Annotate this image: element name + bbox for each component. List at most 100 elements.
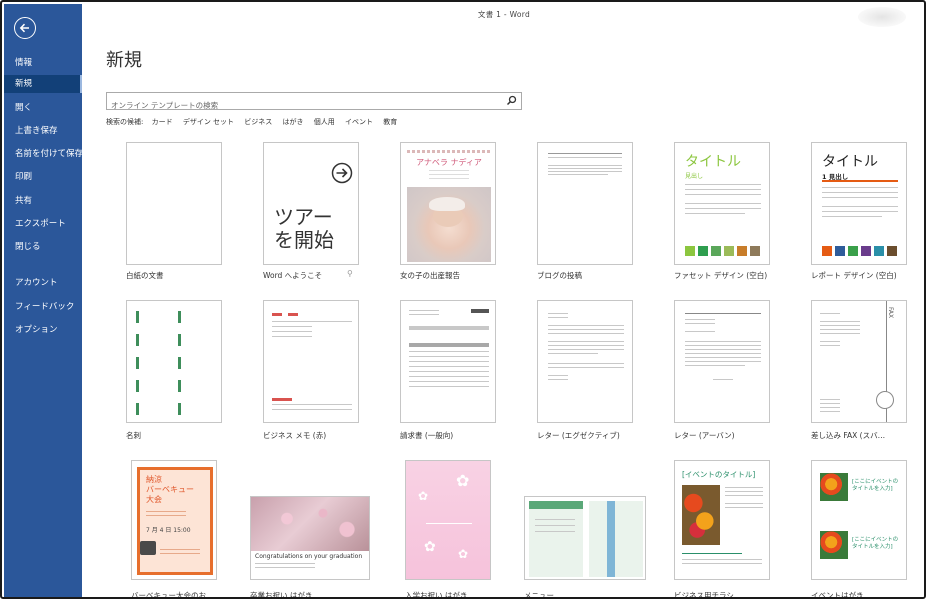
text-line <box>426 523 472 524</box>
text-line <box>548 379 568 380</box>
card-item <box>178 334 212 346</box>
nav-open[interactable]: 開く <box>4 99 82 117</box>
nav-close[interactable]: 閉じる <box>4 238 82 256</box>
text-line <box>548 367 624 368</box>
text-line <box>822 211 898 212</box>
template-label: 請求書 (一般向) <box>400 431 454 440</box>
text-line <box>820 321 860 322</box>
text-line <box>160 553 200 554</box>
suggestion-card[interactable]: カード <box>152 118 173 126</box>
text-line <box>685 353 761 354</box>
flower-photo <box>682 485 720 545</box>
template-letter-urban-thumb[interactable] <box>674 300 770 423</box>
template-business-memo-thumb[interactable] <box>263 300 359 423</box>
nav-new[interactable]: 新規 <box>4 75 82 93</box>
template-letter-executive-thumb[interactable] <box>537 300 633 423</box>
template-facet-thumb[interactable]: タイトル 見出し <box>674 142 770 265</box>
text-line <box>820 407 840 408</box>
template-graduation-card-thumb[interactable]: Congratulations on your graduation <box>250 496 370 580</box>
suggestion-postcard[interactable]: はがき <box>283 118 304 126</box>
nav-account[interactable]: アカウント <box>4 274 82 292</box>
header-decoration <box>858 7 906 27</box>
suggestion-business[interactable]: ビジネス <box>244 118 272 126</box>
nav-save-as[interactable]: 名前を付けて保存 <box>4 145 83 163</box>
text-line <box>682 553 742 554</box>
text-line <box>682 563 762 564</box>
suggestion-design-set[interactable]: デザイン セット <box>183 118 234 126</box>
pink-background <box>406 461 490 579</box>
menu-stripe <box>607 501 615 577</box>
nav-info[interactable]: 情報 <box>4 54 82 72</box>
flower-photo <box>820 531 848 559</box>
nav-export[interactable]: エクスポート <box>4 215 82 233</box>
text-line <box>548 165 622 166</box>
color-swatch <box>711 246 721 256</box>
text-line <box>548 375 568 376</box>
text-line <box>146 515 186 516</box>
header-text <box>407 150 491 153</box>
grill-icon <box>140 541 156 555</box>
text-line <box>685 184 761 185</box>
text-line <box>535 531 575 532</box>
template-business-flyer-thumb[interactable]: [イベントのタイトル] <box>674 460 770 580</box>
text-line <box>682 559 762 560</box>
text-line <box>685 189 761 190</box>
nav-share[interactable]: 共有 <box>4 192 82 210</box>
color-swatch <box>887 246 897 256</box>
text-line <box>548 157 622 158</box>
flower-icon: ✿ <box>458 547 469 561</box>
color-swatch <box>822 246 832 256</box>
graduation-text: Congratulations on your graduation <box>255 553 363 560</box>
template-report-thumb[interactable]: タイトル 1 見出し <box>811 142 907 265</box>
card-item <box>136 357 170 369</box>
back-button[interactable] <box>14 17 36 39</box>
text-line <box>272 331 312 332</box>
text-line <box>685 194 761 195</box>
text-line <box>409 361 489 362</box>
text-line <box>685 331 715 332</box>
menu-page-left <box>529 501 583 577</box>
text-line <box>548 317 568 318</box>
text-line <box>820 341 840 342</box>
text-line <box>685 313 761 314</box>
table-header <box>409 343 489 347</box>
template-search-box[interactable] <box>106 92 522 114</box>
template-welcome-thumb[interactable]: ツアー を開始 <box>263 142 359 265</box>
text-line <box>822 206 898 207</box>
template-birth-announcement-thumb[interactable]: アナベラ ナディア <box>400 142 496 265</box>
nav-feedback[interactable]: フィードバック <box>4 298 82 316</box>
template-bbq-thumb[interactable]: 納涼 バーベキュー 大会 7 月 4 日 15:00 <box>131 460 217 580</box>
suggestion-event[interactable]: イベント <box>345 118 373 126</box>
template-search-input[interactable] <box>107 97 497 114</box>
template-entrance-card-thumb[interactable]: ✿ ✿ ✿ ✿ <box>405 460 491 580</box>
facet-heading: 見出し <box>685 173 704 180</box>
nav-print[interactable]: 印刷 <box>4 168 82 186</box>
template-business-card-thumb[interactable] <box>126 300 222 423</box>
suggestion-education[interactable]: 教育 <box>383 118 397 126</box>
search-icon[interactable] <box>506 95 517 106</box>
template-menu-thumb[interactable] <box>524 496 646 580</box>
text-line <box>725 487 763 488</box>
template-fax-thumb[interactable]: FAX <box>811 300 907 423</box>
text-line <box>548 174 608 175</box>
bbq-title: 納涼 バーベキュー 大会 <box>146 475 194 504</box>
template-invoice-thumb[interactable] <box>400 300 496 423</box>
backstage-main: 文書 1 - Word 新規 検索の候補: カード デザイン セット ビジネス … <box>82 4 924 597</box>
template-label: 差し込み FAX (スバ… <box>811 431 886 440</box>
report-title: タイトル <box>822 154 878 170</box>
nav-options[interactable]: オプション <box>4 321 82 339</box>
template-label: Word へようこそ <box>263 271 323 280</box>
memo-mark <box>272 313 282 316</box>
arrow-right-circle-icon <box>331 162 353 184</box>
template-blog-post-thumb[interactable] <box>537 142 633 265</box>
template-blank-thumb[interactable] <box>126 142 222 265</box>
text-line <box>548 345 624 346</box>
template-label: ファセット デザイン (空白) <box>674 271 768 280</box>
pin-icon[interactable]: ⚲ <box>347 269 353 278</box>
template-event-postcard-thumb[interactable]: [ここにイベントのタイトルを入力] [ここにイベントのタイトルを入力] <box>811 460 907 580</box>
nav-save[interactable]: 上書き保存 <box>4 122 82 140</box>
suggestion-personal[interactable]: 個人用 <box>314 118 335 126</box>
color-swatch <box>750 246 760 256</box>
text-line <box>820 399 840 400</box>
template-label: 女の子の出産報告 <box>400 271 460 280</box>
